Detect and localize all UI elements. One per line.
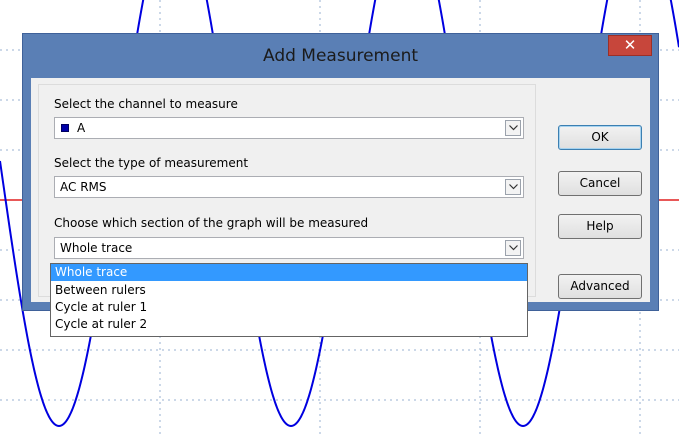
chevron-down-icon[interactable] bbox=[505, 179, 521, 195]
cancel-button[interactable]: Cancel bbox=[558, 171, 642, 196]
section-label: Choose which section of the graph will b… bbox=[54, 216, 369, 230]
channel-value: A bbox=[77, 121, 86, 135]
measurement-type-label: Select the type of measurement bbox=[54, 156, 249, 170]
channel-select[interactable]: A bbox=[54, 117, 524, 139]
help-button[interactable]: Help bbox=[558, 214, 642, 239]
close-button[interactable]: ✕ bbox=[608, 35, 652, 56]
ok-button[interactable]: OK bbox=[558, 125, 642, 150]
dialog-title: Add Measurement bbox=[262, 46, 419, 66]
advanced-button[interactable]: Advanced bbox=[558, 274, 642, 299]
close-icon: ✕ bbox=[623, 36, 637, 54]
measurement-type-select[interactable]: AC RMS bbox=[54, 176, 524, 198]
dropdown-option-between-rulers[interactable]: Between rulers bbox=[51, 282, 527, 299]
measurement-type-value: AC RMS bbox=[60, 180, 107, 194]
dialog-titlebar[interactable]: Add Measurement ✕ bbox=[23, 34, 658, 78]
section-select[interactable]: Whole trace bbox=[54, 237, 524, 259]
channel-label: Select the channel to measure bbox=[54, 97, 238, 111]
channel-color-swatch bbox=[61, 124, 69, 132]
dropdown-option-cycle-at-ruler-2[interactable]: Cycle at ruler 2 bbox=[51, 316, 527, 333]
chevron-down-icon[interactable] bbox=[505, 240, 521, 256]
section-value: Whole trace bbox=[60, 241, 133, 255]
section-dropdown-list: Whole trace Between rulers Cycle at rule… bbox=[50, 263, 528, 337]
dropdown-option-whole-trace[interactable]: Whole trace bbox=[51, 264, 527, 281]
dropdown-option-cycle-at-ruler-1[interactable]: Cycle at ruler 1 bbox=[51, 299, 527, 316]
chevron-down-icon[interactable] bbox=[505, 120, 521, 136]
